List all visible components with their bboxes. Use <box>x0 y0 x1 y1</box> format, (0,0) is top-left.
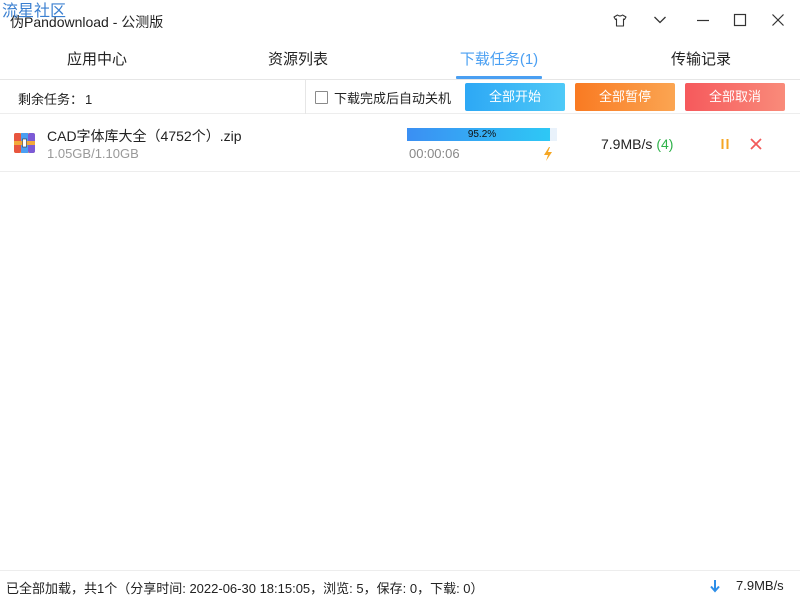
tab-transfer-records[interactable]: 传输记录 <box>656 40 746 80</box>
file-size: 1.05GB/1.10GB <box>47 146 139 161</box>
tab-bar: 应用中心 资源列表 下载任务(1) 传输记录 <box>0 40 800 80</box>
total-speed: 7.9MB/s <box>736 578 784 593</box>
tshirt-icon <box>613 13 627 27</box>
remaining-tasks: 剩余任务： 1 <box>18 89 92 108</box>
toolbar-divider <box>305 80 306 114</box>
start-all-button[interactable]: 全部开始 <box>465 83 565 111</box>
download-arrow-icon <box>710 580 720 593</box>
tab-download-tasks[interactable]: 下载任务(1) <box>449 40 549 80</box>
pause-task-button[interactable] <box>716 135 734 153</box>
file-name: CAD字体库大全（4752个）.zip <box>47 128 242 144</box>
bolt-icon <box>544 147 552 161</box>
pause-icon <box>721 139 729 149</box>
title-bar: 伪Pandownload - 公测版 <box>0 0 800 40</box>
skin-button[interactable] <box>608 8 632 32</box>
auto-shutdown-label: 下载完成后自动关机 <box>334 91 452 106</box>
cancel-icon <box>750 138 762 150</box>
task-toolbar: 剩余任务： 1 下载完成后自动关机 全部开始 全部暂停 全部取消 <box>0 80 800 114</box>
download-task-row[interactable]: CAD字体库大全（4752个）.zip 1.05GB/1.10GB 95.2% … <box>0 116 800 172</box>
remaining-count: 1 <box>85 92 93 107</box>
remaining-label: 剩余任务： <box>18 92 84 107</box>
close-icon <box>772 14 784 26</box>
maximize-button[interactable] <box>728 8 752 32</box>
task-speed-value: 7.9MB/s <box>601 136 653 152</box>
pause-all-button[interactable]: 全部暂停 <box>575 83 675 111</box>
minimize-icon <box>697 19 709 22</box>
tab-app-center[interactable]: 应用中心 <box>52 40 142 80</box>
menu-button[interactable] <box>648 8 672 32</box>
connection-count: (4) <box>656 136 674 152</box>
status-text: 已全部加载，共1个（分享时间: 2022-06-30 18:15:05，浏览: … <box>6 581 484 596</box>
maximize-icon <box>733 13 747 27</box>
tab-resource-list[interactable]: 资源列表 <box>253 40 343 80</box>
status-bar: 已全部加载，共1个（分享时间: 2022-06-30 18:15:05，浏览: … <box>0 570 800 600</box>
active-tab-indicator <box>456 76 542 79</box>
elapsed-time: 00:00:06 <box>409 146 460 161</box>
auto-shutdown-checkbox[interactable] <box>315 91 328 104</box>
progress-percent: 95.2% <box>467 129 497 140</box>
watermark: 流星社区 <box>2 1 67 20</box>
auto-shutdown-option[interactable]: 下载完成后自动关机 <box>315 88 451 107</box>
task-speed: 7.9MB/s (4) <box>601 136 673 152</box>
progress-bar: 95.2% <box>407 128 557 141</box>
minimize-button[interactable] <box>691 8 715 32</box>
cancel-task-button[interactable] <box>747 135 765 153</box>
chevron-down-icon <box>654 16 666 24</box>
archive-icon <box>14 133 35 153</box>
cancel-all-button[interactable]: 全部取消 <box>685 83 785 111</box>
close-window-button[interactable] <box>766 8 790 32</box>
